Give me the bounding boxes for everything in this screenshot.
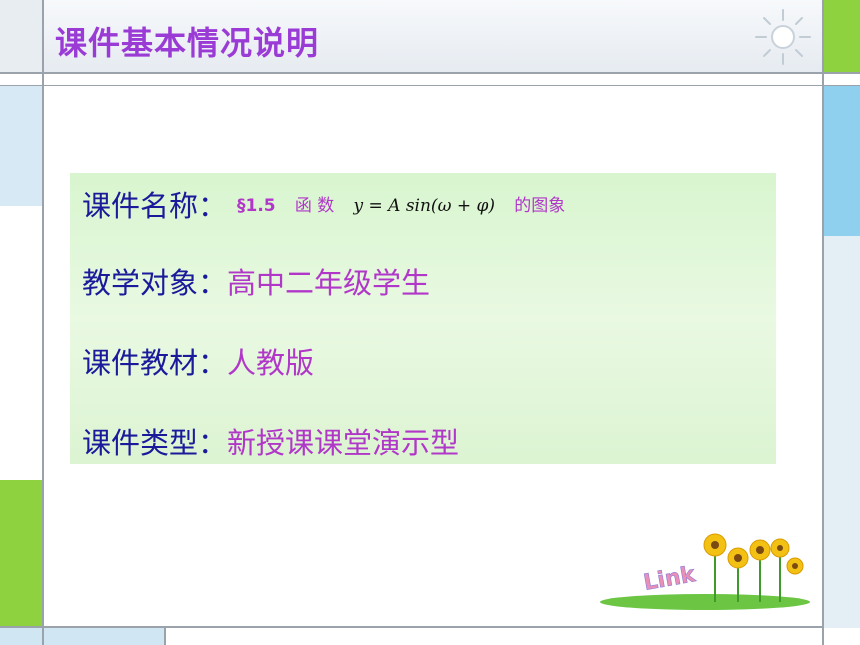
right-blue-block: [823, 86, 860, 236]
right-light-block: [823, 236, 860, 628]
header-divider-lower: [0, 85, 860, 86]
right-frame-line: [822, 0, 824, 645]
bottom-strip-separator: [164, 628, 166, 645]
formula: y = A sin(ω + φ): [353, 196, 496, 216]
section-number: §1.5: [237, 196, 276, 216]
teaching-target-label: 教学对象：: [82, 266, 228, 300]
bottom-strip-left: [44, 628, 164, 645]
header-divider: [0, 72, 860, 74]
sun-icon: [755, 9, 811, 65]
left-block-1: [0, 86, 42, 206]
textbook-value: 人教版: [227, 346, 315, 380]
row-teaching-target: 教学对象：高中二年级学生: [82, 260, 430, 302]
graph-suffix: 的图象: [514, 196, 566, 216]
left-green-block: [0, 480, 42, 626]
left-block-2: [0, 206, 42, 480]
svg-text:Link: Link: [642, 562, 699, 596]
function-word: 函 数: [294, 196, 335, 216]
right-top-green-block: [823, 0, 860, 72]
sunflowers-logo: Link: [600, 533, 810, 610]
row-textbook: 课件教材：人教版: [82, 340, 314, 382]
slide-title: 课件基本情况说明: [55, 24, 320, 62]
left-header-block: [0, 0, 42, 72]
courseware-type-value: 新授课课堂演示型: [227, 426, 460, 460]
teaching-target-value: 高中二年级学生: [227, 266, 431, 300]
row-courseware-name: 课件名称： §1.5 函 数 y = A sin(ω + φ) 的图象: [82, 183, 565, 225]
left-bottom-block: [0, 628, 42, 645]
row-courseware-type: 课件类型：新授课课堂演示型: [82, 420, 459, 462]
courseware-name-label: 课件名称：: [82, 189, 228, 223]
left-frame-line: [42, 0, 44, 645]
courseware-type-label: 课件类型：: [82, 426, 228, 460]
textbook-label: 课件教材：: [82, 346, 228, 380]
